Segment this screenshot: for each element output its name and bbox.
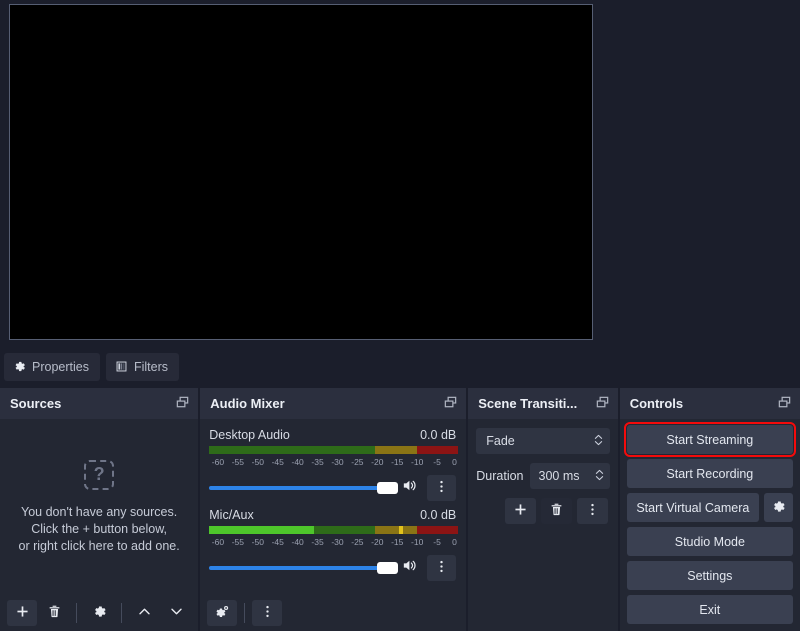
transition-select[interactable]: Fade [476,428,610,454]
undock-icon[interactable] [443,395,458,413]
kebab-menu-icon [434,479,449,497]
move-source-down-button[interactable] [161,600,191,626]
remove-transition-button[interactable] [540,498,572,524]
start-virtual-camera-button[interactable]: Start Virtual Camera [626,493,759,522]
sources-toolbar [0,595,199,631]
properties-button[interactable]: Properties [4,352,100,381]
preview-area [0,0,800,345]
mixer-menu-button[interactable] [252,600,283,626]
add-source-button[interactable] [7,600,37,626]
meter-scale: -60 -55 -50 -45 -40 -35 -30 -25 -20 -15 -10 -5 0 [211,457,457,467]
channel-name: Mic/Aux [209,508,254,522]
advanced-audio-properties-button[interactable] [207,600,238,626]
sources-dock-title: Sources [10,396,62,411]
start-streaming-button[interactable]: Start Streaming [623,422,797,457]
sources-empty-state: ? You don't have any sources. Click the … [0,419,198,595]
settings-button[interactable]: Settings [626,561,793,590]
kebab-menu-icon [585,502,600,520]
dock-row: Sources ? You don't have any sources. Cl… [0,388,800,631]
undock-icon[interactable] [777,395,792,413]
mixer-toolbar [200,595,467,631]
toolbar-divider [244,603,246,623]
sources-empty-line-1: You don't have any sources. [21,504,178,519]
plus-icon [15,604,30,622]
undock-icon[interactable] [595,395,610,413]
scene-transitions-dock: Scene Transiti... Fade Duration 300 ms [468,388,618,631]
add-transition-button[interactable] [504,498,536,524]
gear-icon [13,360,26,373]
volume-slider[interactable] [209,480,399,496]
start-recording-button[interactable]: Start Recording [626,459,793,488]
sources-list[interactable]: ? You don't have any sources. Click the … [0,419,199,631]
move-source-up-button[interactable] [129,600,159,626]
source-properties-button[interactable] [84,600,114,626]
duration-label: Duration [476,469,524,483]
exit-button[interactable]: Exit [626,595,793,624]
gear-icon [771,499,786,517]
scene-transitions-dock-title: Scene Transiti... [478,396,578,411]
studio-mode-button[interactable]: Studio Mode [626,527,793,556]
transition-select-value: Fade [486,434,515,448]
controls-dock-title: Controls [629,396,684,411]
toolbar-divider [121,603,122,623]
kebab-menu-icon [260,604,275,622]
gears-icon [214,604,230,623]
duration-value: 300 ms [538,469,580,483]
trash-icon [47,604,62,622]
plus-icon [513,502,528,520]
volume-meter [209,526,459,534]
channel-db-value: 0.0 dB [420,508,457,522]
speaker-icon[interactable] [401,477,418,499]
channel-name: Desktop Audio [209,428,290,442]
channel-menu-button[interactable] [426,475,457,501]
duration-input[interactable]: 300 ms [529,463,610,489]
filters-icon [115,360,128,373]
filters-button[interactable]: Filters [105,352,180,381]
sources-dock-header: Sources [0,388,199,419]
filters-button-label: Filters [133,359,169,374]
obs-studio-window: Properties Filters Sources ? You don't h… [0,0,800,631]
controls-dock-header: Controls [619,388,800,419]
meter-scale: -60 -55 -50 -45 -40 -35 -30 -25 -20 -15 -10 -5 0 [211,537,457,547]
properties-button-label: Properties [32,359,89,374]
transition-menu-button[interactable] [576,498,608,524]
trash-icon [549,502,564,520]
volume-meter [209,446,459,454]
sources-empty-text: You don't have any sources. Click the + … [19,504,180,555]
program-preview-canvas[interactable] [9,4,593,340]
mixer-channel: Mic/Aux 0.0 dB -60 -55 -50 -45 -40 -35 -… [209,508,459,581]
audio-mixer-dock: Audio Mixer Desktop Audio 0.0 dB -60 -55… [200,388,467,631]
spinner-arrows-icon [594,467,605,486]
audio-mixer-dock-title: Audio Mixer [210,396,285,411]
sources-dock: Sources ? You don't have any sources. Cl… [0,388,199,631]
virtual-camera-settings-button[interactable] [764,493,793,522]
undock-icon[interactable] [175,395,190,413]
channel-db-value: 0.0 dB [420,428,457,442]
mixer-channel: Desktop Audio 0.0 dB -60 -55 -50 -45 -40 -35… [209,428,459,501]
speaker-icon[interactable] [401,557,418,579]
audio-mixer-dock-header: Audio Mixer [200,388,467,419]
chevron-up-icon [137,604,152,622]
kebab-menu-icon [434,559,449,577]
spinner-arrows-icon [593,432,604,451]
remove-source-button[interactable] [39,600,69,626]
controls-dock: Controls Start Streaming Start Recording… [619,388,800,631]
sources-empty-line-3: or right click here to add one. [18,538,180,553]
channel-menu-button[interactable] [426,555,457,581]
scene-transitions-dock-header: Scene Transiti... [468,388,618,419]
chevron-down-icon [169,604,184,622]
source-action-toolbar: Properties Filters [0,345,800,388]
toolbar-divider [76,603,77,623]
mixer-channel-list: Desktop Audio 0.0 dB -60 -55 -50 -45 -40 -35… [200,419,466,581]
sources-empty-line-2: Click the + button below, [31,521,168,536]
volume-slider[interactable] [209,560,399,576]
gear-icon [92,604,107,622]
question-mark-icon: ? [84,459,115,490]
